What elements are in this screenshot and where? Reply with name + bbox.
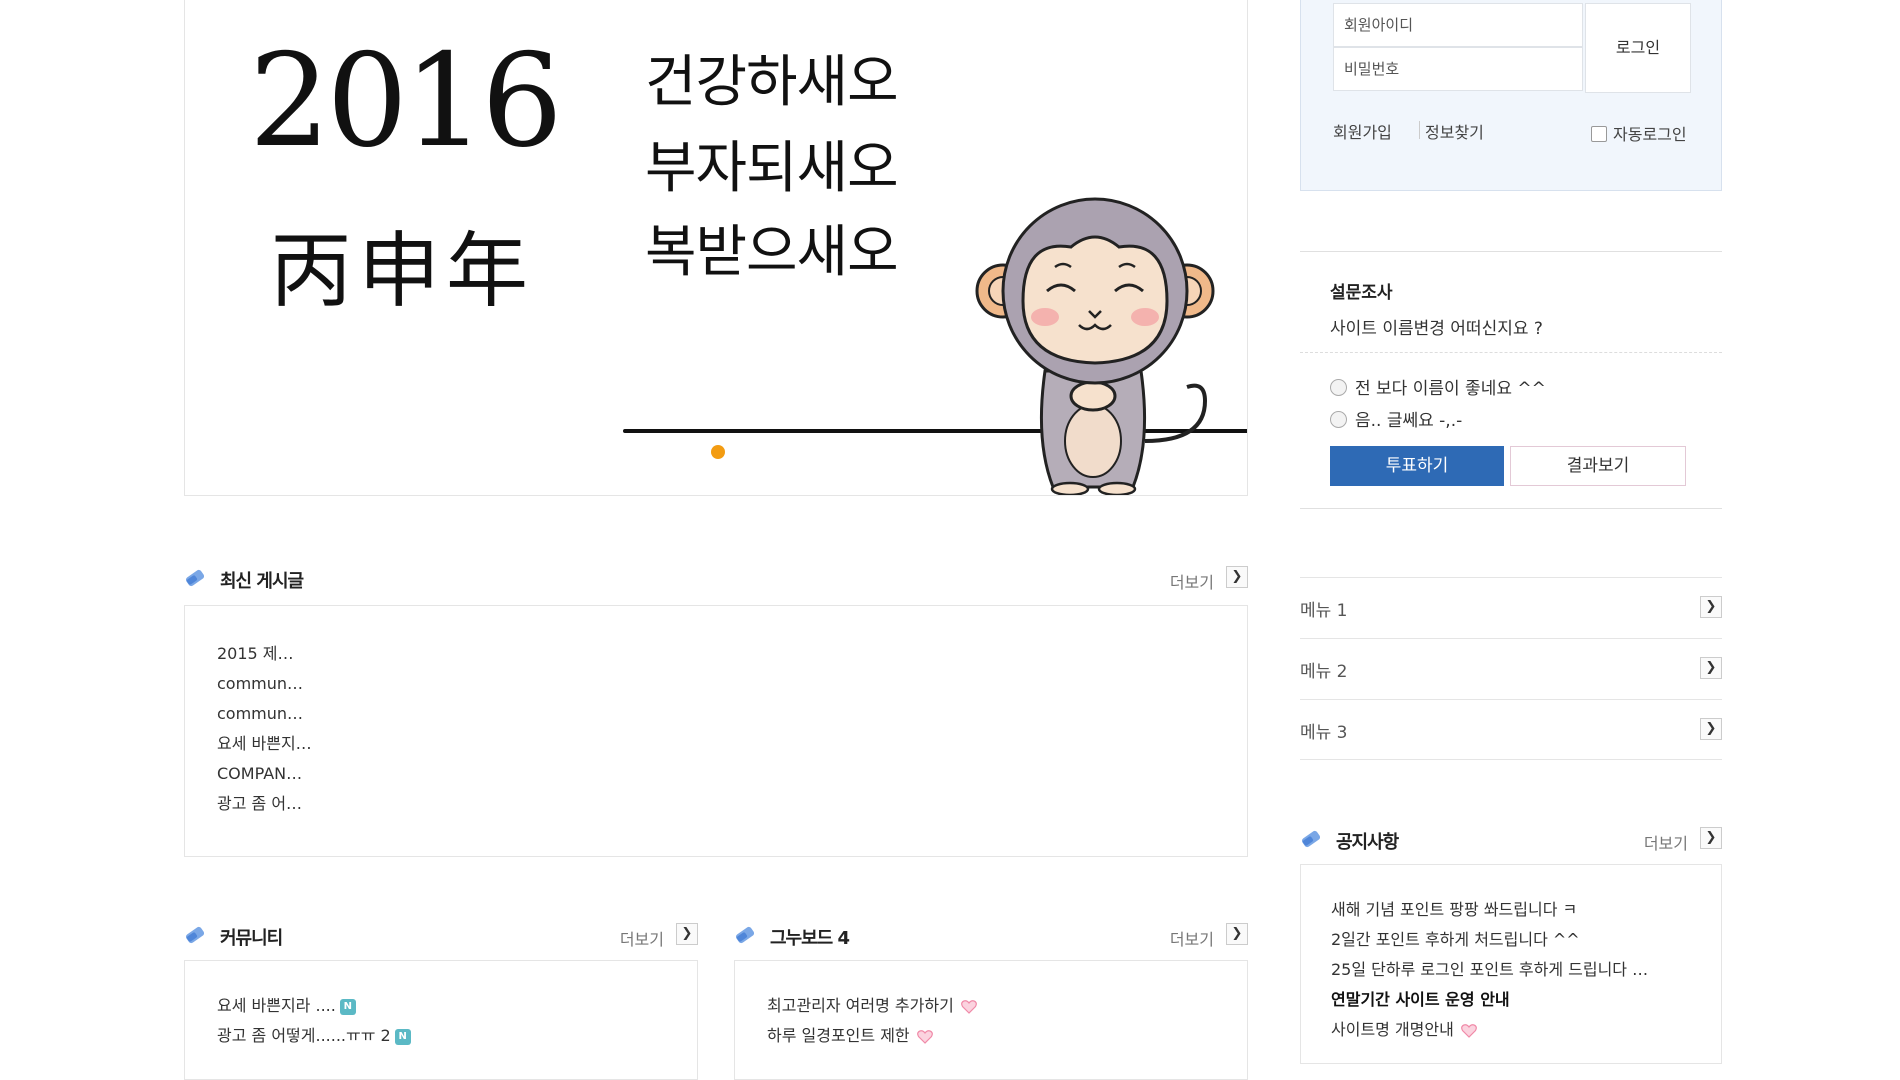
list-item[interactable]: 사이트명 개명안내	[1331, 1015, 1648, 1045]
list-item-text: 최고관리자 여러명 추가하기	[767, 996, 954, 1015]
side-menu-item-1[interactable]: 메뉴 1 ❯	[1300, 577, 1722, 638]
board4-title: 그누보드 4	[770, 928, 850, 949]
auto-login-label: 자동로그인	[1613, 125, 1687, 144]
side-menu-label: 메뉴 1	[1300, 601, 1348, 621]
list-item[interactable]: 새해 기념 포인트 팡팡 쏴드립니다 ㅋ	[1331, 895, 1648, 925]
list-item[interactable]: 광고 좀 어…	[217, 789, 312, 819]
community-more-link[interactable]: 더보기	[620, 926, 664, 950]
latest-posts-box: 2015 제… commun… commun… 요세 바쁜지… COMPAN… …	[184, 605, 1248, 857]
view-results-button[interactable]: 결과보기	[1510, 446, 1686, 486]
latest-more-arrow-icon[interactable]: ❯	[1226, 566, 1248, 588]
monkey-illustration	[975, 197, 1215, 495]
list-item[interactable]: 하루 일경포인트 제한	[767, 1021, 977, 1051]
vote-button[interactable]: 투표하기	[1330, 446, 1504, 486]
poll-option-1[interactable]: 전 보다 이름이 좋네요 ^^	[1330, 374, 1546, 399]
banner-wish-2: 부자되새오	[645, 136, 899, 201]
new-badge: N	[339, 998, 356, 1015]
poll-question: 사이트 이름변경 어떠신지요 ?	[1330, 319, 1543, 339]
radio-icon[interactable]	[1330, 379, 1347, 396]
banner-wish-1: 건강하새오	[645, 50, 899, 115]
banner-hanja: 丙申年	[270, 224, 535, 319]
poll-option-2[interactable]: 음.. 글쎄요 -,.-	[1330, 406, 1462, 431]
password-input[interactable]	[1333, 47, 1583, 91]
login-button[interactable]: 로그인	[1585, 3, 1691, 93]
list-item[interactable]: 25일 단하루 로그인 포인트 후하게 드립니다 …	[1331, 955, 1648, 985]
board4-header: 그누보드 4 더보기 ❯	[734, 920, 1248, 952]
notice-more-link[interactable]: 더보기	[1644, 830, 1688, 854]
side-menu-label: 메뉴 3	[1300, 723, 1348, 743]
new-badge: N	[394, 1028, 411, 1045]
link-divider	[1419, 121, 1420, 139]
community-more-arrow-icon[interactable]: ❯	[676, 923, 698, 945]
list-item[interactable]: 2일간 포인트 후하게 처드립니다 ^^	[1331, 925, 1648, 955]
latest-posts-header: 최신 게시글 더보기 ❯	[184, 563, 1248, 595]
list-item-text: 요세 바쁜지라 ....	[217, 996, 336, 1015]
chevron-right-icon[interactable]: ❯	[1700, 718, 1722, 740]
latest-posts-title: 최신 게시글	[220, 571, 304, 592]
find-info-link[interactable]: 정보찾기	[1425, 119, 1484, 143]
notice-header: 공지사항 더보기 ❯	[1300, 824, 1722, 856]
chevron-right-icon[interactable]: ❯	[1700, 657, 1722, 679]
list-item[interactable]: 요세 바쁜지라 .... N	[217, 991, 411, 1021]
poll-divider	[1300, 352, 1722, 353]
side-menu-item-3[interactable]: 메뉴 3 ❯	[1300, 699, 1722, 760]
list-item-text: 사이트명 개명안내	[1331, 1020, 1454, 1039]
list-item-text: 광고 좀 어떻게......ㅠㅠ 2	[217, 1026, 391, 1045]
banner-year: 2016	[249, 27, 563, 176]
community-box: 요세 바쁜지라 .... N 광고 좀 어떻게......ㅠㅠ 2N	[184, 960, 698, 1080]
heart-icon	[1461, 1023, 1477, 1038]
list-item[interactable]: COMPAN…	[217, 759, 312, 789]
pencil-icon	[1301, 830, 1321, 848]
poll-title: 설문조사	[1330, 283, 1393, 303]
poll-option-label: 음.. 글쎄요 -,.-	[1355, 411, 1463, 431]
list-item[interactable]: 최고관리자 여러명 추가하기	[767, 991, 977, 1021]
radio-icon[interactable]	[1330, 411, 1347, 428]
board4-box: 최고관리자 여러명 추가하기 하루 일경포인트 제한	[734, 960, 1248, 1080]
heart-icon	[961, 999, 977, 1014]
banner-wish-3: 복받으새오	[645, 220, 899, 285]
checkbox-icon[interactable]	[1591, 126, 1607, 142]
side-menu-label: 메뉴 2	[1300, 662, 1348, 682]
divider	[1300, 251, 1722, 252]
chevron-right-icon[interactable]: ❯	[1700, 596, 1722, 618]
list-item-text: 하루 일경포인트 제한	[767, 1026, 910, 1045]
notice-box: 새해 기념 포인트 팡팡 쏴드립니다 ㅋ 2일간 포인트 후하게 처드립니다 ^…	[1300, 864, 1722, 1064]
auto-login-checkbox[interactable]: 자동로그인	[1591, 121, 1687, 145]
latest-more-link[interactable]: 더보기	[1170, 569, 1214, 593]
list-item[interactable]: 연말기간 사이트 운영 안내	[1331, 985, 1648, 1015]
list-item[interactable]: commun…	[217, 699, 312, 729]
community-header: 커뮤니티 더보기 ❯	[184, 920, 698, 952]
divider	[1300, 508, 1722, 509]
pencil-icon	[185, 569, 205, 587]
board4-more-arrow-icon[interactable]: ❯	[1226, 923, 1248, 945]
poll-option-label: 전 보다 이름이 좋네요 ^^	[1355, 379, 1546, 399]
board4-list: 최고관리자 여러명 추가하기 하루 일경포인트 제한	[767, 991, 977, 1051]
slider-dot[interactable]	[711, 445, 725, 459]
community-title: 커뮤니티	[220, 928, 283, 949]
list-item[interactable]: 2015 제…	[217, 639, 312, 669]
latest-posts-list: 2015 제… commun… commun… 요세 바쁜지… COMPAN… …	[217, 639, 312, 819]
list-item[interactable]: commun…	[217, 669, 312, 699]
pencil-icon	[185, 926, 205, 944]
list-item[interactable]: 요세 바쁜지…	[217, 729, 312, 759]
login-box: 로그인 회원가입 정보찾기 자동로그인	[1300, 0, 1722, 191]
pencil-icon	[735, 926, 755, 944]
notice-list: 새해 기념 포인트 팡팡 쏴드립니다 ㅋ 2일간 포인트 후하게 처드립니다 ^…	[1331, 895, 1648, 1045]
heart-icon	[916, 1029, 933, 1044]
member-id-input[interactable]	[1333, 3, 1583, 47]
join-link[interactable]: 회원가입	[1333, 119, 1392, 143]
main-banner[interactable]: 2016 丙申年 건강하새오 부자되새오 복받으새오	[184, 0, 1248, 496]
side-menu-item-2[interactable]: 메뉴 2 ❯	[1300, 638, 1722, 699]
list-item[interactable]: 광고 좀 어떻게......ㅠㅠ 2N	[217, 1021, 411, 1051]
board4-more-link[interactable]: 더보기	[1170, 926, 1214, 950]
community-list: 요세 바쁜지라 .... N 광고 좀 어떻게......ㅠㅠ 2N	[217, 991, 411, 1051]
notice-title: 공지사항	[1336, 832, 1399, 853]
notice-more-arrow-icon[interactable]: ❯	[1700, 827, 1722, 849]
